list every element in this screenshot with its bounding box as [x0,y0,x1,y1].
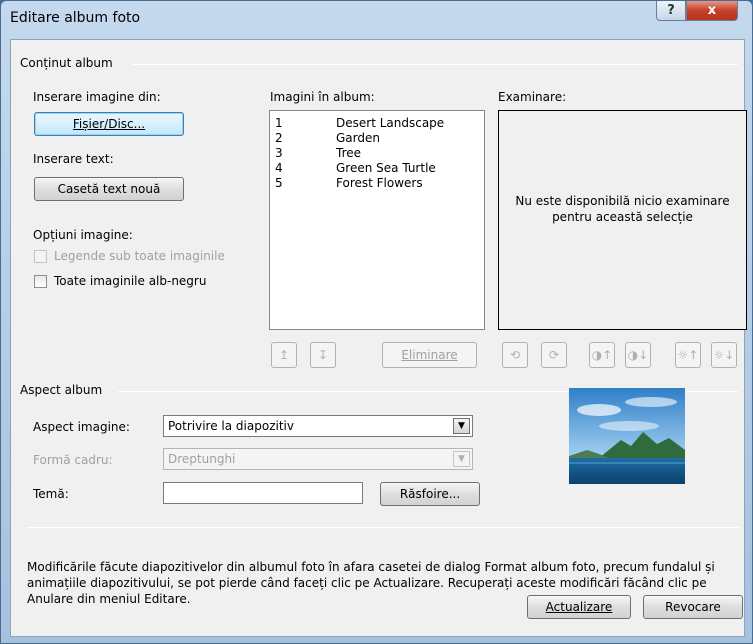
list-item[interactable]: 4 Green Sea Turtle [270,161,484,175]
browse-button-label: Răsfoire... [399,487,461,501]
file-disk-button-label: Fișier/Disc... [72,117,146,131]
frame-shape-value: Dreptunghi [168,452,236,466]
album-layout-group-title: Aspect album [20,383,103,397]
update-button[interactable]: Actualizare [527,595,631,619]
frame-shape-dropdown[interactable]: Dreptunghi ▼ [163,448,473,470]
close-button[interactable]: x [686,1,738,21]
list-item-number: 3 [275,146,283,160]
file-disk-button[interactable]: Fișier/Disc... [34,112,184,136]
rotate-left-button[interactable]: ⟲ [502,342,528,368]
dialog-title: Editare album foto [10,10,141,26]
list-item-name: Forest Flowers [336,176,423,190]
remove-button[interactable]: Eliminare [382,342,477,368]
theme-input[interactable] [163,482,363,504]
move-up-button[interactable]: ↥ [271,342,297,368]
picture-layout-label: Aspect imagine: [33,420,130,434]
list-item-number: 2 [275,131,283,145]
cancel-button[interactable]: Revocare [643,595,743,619]
pictures-listbox[interactable]: 1 Desert Landscape 2 Garden 3 Tree 4 Gre… [269,110,485,330]
help-button[interactable]: ? [656,1,686,21]
album-content-group-title: Conținut album [20,56,113,70]
chevron-down-icon: ▼ [453,418,470,434]
brightness-down-button[interactable]: ☼↓ [711,342,737,368]
list-item-number: 5 [275,176,283,190]
remove-button-label: Eliminare [401,348,458,362]
list-item[interactable]: 5 Forest Flowers [270,176,484,190]
contrast-up-icon: ◑↑ [591,348,613,362]
pictures-in-album-label: Imagini în album: [270,90,375,104]
list-item-number: 4 [275,161,283,175]
frame-shape-label: Formă cadru: [33,453,113,467]
list-item-name: Desert Landscape [336,116,445,130]
list-item[interactable]: 3 Tree [270,146,484,160]
rotate-right-icon: ⟳ [548,348,560,362]
black-white-checkbox[interactable] [34,275,47,288]
brightness-up-icon: ☼↑ [677,348,699,362]
photo-album-dialog: Editare album foto ? x Conținut album In… [0,0,753,644]
update-button-label: Actualizare [545,600,613,614]
chevron-down-icon: ▼ [453,451,470,467]
preview-label: Examinare: [498,90,567,104]
separator [27,527,739,528]
theme-label: Temă: [33,487,69,501]
arrow-down-icon: ↧ [317,348,329,362]
captions-checkbox[interactable] [34,250,47,263]
list-item[interactable]: 1 Desert Landscape [270,116,484,130]
rotate-right-button[interactable]: ⟳ [541,342,567,368]
preview-message: Nu este disponibilă nicio examinare pent… [515,194,730,224]
layout-preview-image [569,388,685,484]
arrow-up-icon: ↥ [278,348,290,362]
title-bar[interactable]: Editare album foto ? x [1,1,752,35]
picture-layout-value: Potrivire la diapozitiv [168,419,294,433]
contrast-up-button[interactable]: ◑↑ [589,342,615,368]
rotate-left-icon: ⟲ [509,348,521,362]
list-item-name: Green Sea Turtle [336,161,436,175]
close-icon: x [707,3,717,18]
group-divider [132,64,738,65]
preview-pane: Nu este disponibilă nicio examinare pent… [498,110,747,330]
list-item-name: Tree [336,146,362,160]
list-item-name: Garden [336,131,380,145]
picture-options-label: Opțiuni imagine: [33,228,133,242]
picture-layout-dropdown[interactable]: Potrivire la diapozitiv ▼ [163,415,473,437]
insert-text-label: Inserare text: [33,152,114,166]
captions-checkbox-label: Legende sub toate imaginile [54,249,225,263]
browse-button[interactable]: Răsfoire... [380,482,480,506]
list-item[interactable]: 2 Garden [270,131,484,145]
list-item-number: 1 [275,116,283,130]
new-textbox-button-label: Casetă text nouă [57,182,161,196]
brightness-down-icon: ☼↓ [713,348,735,362]
dialog-client-area: Conținut album Inserare imagine din: Fiș… [10,39,747,637]
help-icon: ? [667,3,675,18]
contrast-down-icon: ◑↓ [627,348,649,362]
contrast-down-button[interactable]: ◑↓ [625,342,651,368]
insert-picture-label: Inserare imagine din: [33,90,161,104]
brightness-up-button[interactable]: ☼↑ [675,342,701,368]
cancel-button-label: Revocare [665,600,721,614]
move-down-button[interactable]: ↧ [310,342,336,368]
new-textbox-button[interactable]: Casetă text nouă [34,177,184,201]
landscape-thumbnail-icon [569,388,685,484]
black-white-checkbox-label: Toate imaginile alb-negru [54,274,207,288]
